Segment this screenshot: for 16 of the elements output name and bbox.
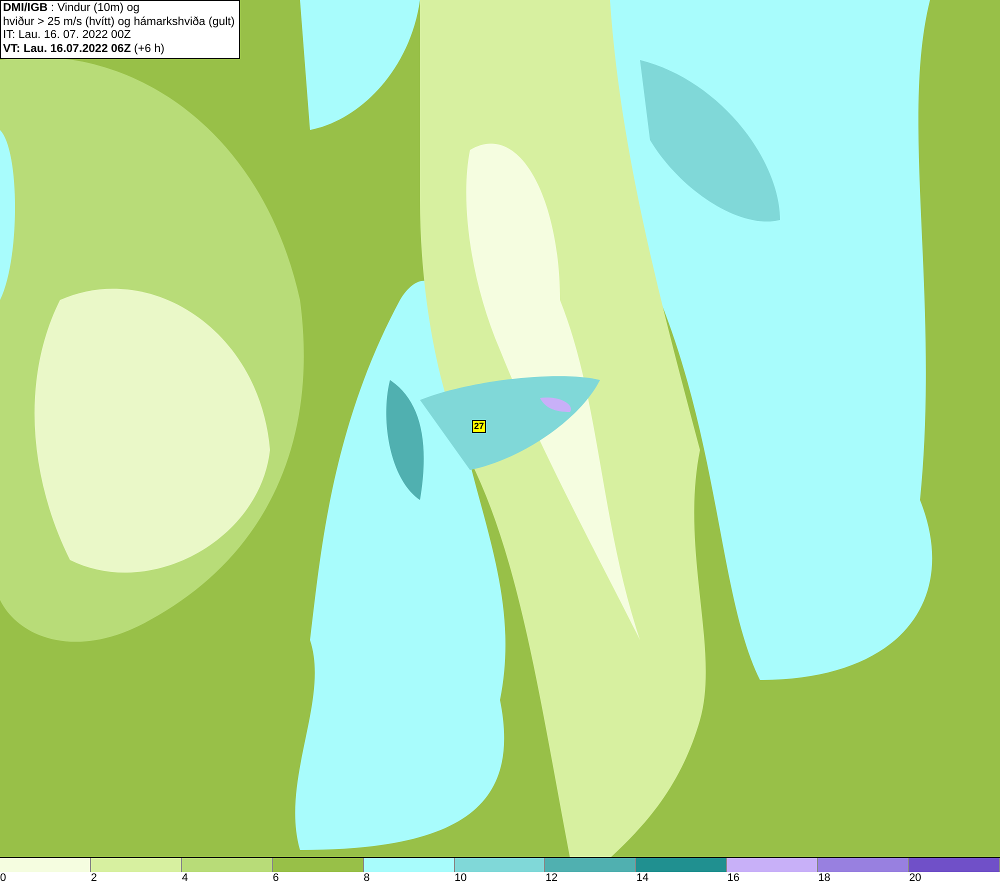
title-text: VT: Lau. 16.07.2022 06Z (+6 h) <box>3 42 166 56</box>
legend-label: 0 <box>0 872 6 886</box>
title-text: DMI/IGB : Vindur (10m) og <box>3 2 141 16</box>
legend-label: 2 <box>90 872 98 886</box>
legend-label: 12 <box>545 872 558 886</box>
legend-label: 8 <box>364 872 370 886</box>
legend-label: 20 <box>909 872 922 886</box>
legend-label: 14 <box>636 872 649 886</box>
legend-label: 6 <box>272 872 279 886</box>
legend-label: 16 <box>727 872 740 886</box>
gust-value-label: 27 <box>472 420 486 433</box>
legend-label: 4 <box>182 872 188 886</box>
legend-label: 10 <box>454 872 467 886</box>
title-text: IT: Lau. 16. 07. 2022 00Z <box>3 29 132 42</box>
legend-label: 18 <box>818 872 830 886</box>
title-text: hviður > 25 m/s (hvítt) og hámarkshviða (gult) <box>3 16 235 29</box>
